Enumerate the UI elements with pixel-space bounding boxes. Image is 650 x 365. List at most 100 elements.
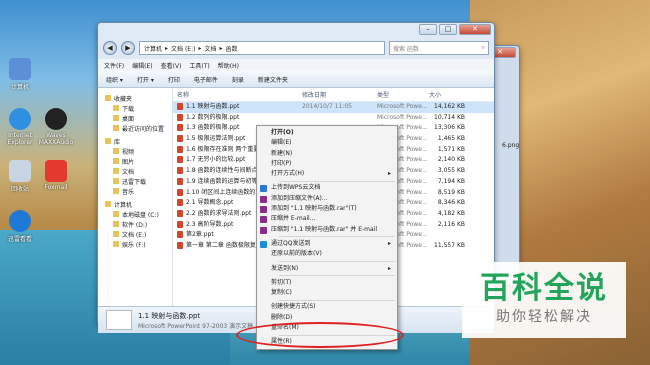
nav-item-label: 库 [114, 139, 121, 146]
desktop-icon-ie[interactable]: Internet Explorer [0, 108, 40, 146]
context-menu-item[interactable]: 编辑(E) [257, 138, 397, 148]
context-menu-item[interactable]: 通过QQ发送到 ▸ [257, 239, 397, 249]
nav-item[interactable]: 文档 [101, 168, 169, 178]
column-headers: 名称 修改日期 类型 大小 [173, 90, 494, 102]
nav-item[interactable]: 娱乐 (F:) [101, 241, 169, 251]
desktop-icon-waves[interactable]: Waves MAXXAudio [36, 108, 76, 146]
forward-button[interactable]: ▶ [121, 41, 135, 55]
file-date: 2014/10/7 11:05 [298, 102, 373, 113]
maximize-button[interactable]: □ [439, 24, 457, 35]
context-menu-item[interactable]: 添加到 "1.1 映射与函数.rar"(T) [257, 204, 397, 214]
file-size-text: 2,116 KB [437, 220, 465, 228]
file-size: 11,557 KB [425, 241, 469, 252]
context-menu-item[interactable]: 打开(O) [257, 128, 397, 138]
minimize-button[interactable]: – [419, 24, 437, 35]
watermark-subtitle: 助你轻松解决 [496, 309, 592, 325]
context-menu-item[interactable]: 发送到(N) ▸ [257, 264, 397, 274]
context-menu-item[interactable]: 添加到压缩文件(A)... [257, 194, 397, 204]
nav-item[interactable]: 桌面 [101, 115, 169, 125]
menu-tools[interactable]: 工具(T) [189, 61, 209, 70]
context-menu-item[interactable]: 打印(P) [257, 159, 397, 169]
context-menu-label: 编辑(E) [271, 139, 292, 147]
search-input[interactable]: 搜索 函数 ⌕ [389, 41, 489, 55]
nav-item[interactable]: 音乐 [101, 188, 169, 198]
file-size-text: 13,306 KB [434, 124, 465, 132]
nav-item[interactable]: 最近访问的位置 [101, 125, 169, 135]
close-button[interactable]: ✕ [459, 24, 491, 35]
nav-item-label: 本地磁盘 (C:) [122, 212, 159, 219]
context-menu-item[interactable]: 压缩并 E-mail... [257, 214, 397, 224]
context-menu-label: 创建快捷方式(S) [271, 303, 316, 311]
breadcrumb-item[interactable]: 文档 (E:) [171, 44, 195, 53]
nav-item-label: 桌面 [122, 116, 135, 123]
file-size: 3,055 KB [425, 166, 469, 177]
column-date[interactable]: 修改日期 [298, 90, 373, 101]
desktop-icon-computer[interactable]: 计算机 [0, 58, 40, 91]
file-date [298, 113, 373, 124]
desktop-icon-xunlei[interactable]: 迅雷看看 [0, 210, 40, 243]
print-button[interactable]: 打印 [168, 75, 180, 84]
nav-item[interactable]: 图片 [101, 158, 169, 168]
context-menu-item[interactable]: 剪切(T) [257, 278, 397, 288]
open-button[interactable]: 打开 ▾ [137, 75, 154, 84]
ppt-file-icon [177, 167, 183, 175]
file-row[interactable]: 1.2 数列的极限.ppt Microsoft Powe... 10,714 KB [173, 113, 494, 124]
context-menu-item[interactable]: 创建快捷方式(S) [257, 302, 397, 312]
file-type: Microsoft Powe... [373, 113, 428, 124]
context-menu-item[interactable]: 还原以前的版本(V) [257, 249, 397, 259]
menu-help[interactable]: 帮助(H) [218, 61, 239, 70]
column-size[interactable]: 大小 [425, 90, 469, 101]
nav-item[interactable]: 视频 [101, 148, 169, 158]
breadcrumb-item[interactable]: 文档 [204, 44, 216, 53]
file-size: 8,519 KB [425, 188, 469, 199]
file-type: Microsoft Powe... [373, 102, 428, 113]
burn-button[interactable]: 刻录 [232, 75, 244, 84]
back-button[interactable]: ◀ [103, 41, 117, 55]
column-name[interactable]: 名称 [173, 90, 298, 101]
file-name-text: 1.3 函数的极限.ppt [186, 124, 240, 132]
nav-item[interactable]: 收藏夹 [101, 95, 169, 105]
recycle-bin-icon [9, 160, 31, 182]
menu-edit[interactable]: 编辑(E) [132, 61, 152, 70]
details-file-type: Microsoft PowerPoint 97-2003 演示文稿 [138, 322, 254, 330]
ppt-file-icon [177, 177, 183, 185]
menu-item-icon [260, 185, 267, 193]
nav-item[interactable]: 软件 (D:) [101, 221, 169, 231]
menu-bar: 文件(F) 编辑(E) 查看(V) 工具(T) 帮助(H) [98, 59, 494, 71]
organize-button[interactable]: 组织 ▾ [106, 75, 123, 84]
file-size: 8,346 KB [425, 198, 469, 209]
nav-item[interactable]: 下载 [101, 105, 169, 115]
xunlei-icon [9, 210, 31, 232]
context-menu-item[interactable]: 复制(C) [257, 288, 397, 298]
context-menu-item[interactable]: 压缩到 "1.1 映射与函数.rar" 并 E-mail [257, 225, 397, 235]
file-name-text: 1.1 映射与函数.ppt [186, 103, 240, 110]
nav-item-label: 计算机 [114, 202, 133, 209]
menu-item-icon [260, 240, 267, 248]
file-size-text: 4,182 KB [437, 209, 465, 217]
folder-icon [113, 231, 119, 237]
nav-item[interactable]: 计算机 [101, 201, 169, 211]
folder-icon [113, 148, 119, 154]
context-menu-item[interactable]: 上传到WPS云文档 [257, 183, 397, 193]
nav-item[interactable]: 本地磁盘 (C:) [101, 211, 169, 221]
breadcrumb-item[interactable]: 函数 [225, 44, 237, 53]
file-row[interactable]: 1.1 映射与函数.ppt 2014/10/7 11:05 Microsoft Po… [173, 102, 494, 113]
context-menu-item[interactable]: 新建(N) [257, 149, 397, 159]
nav-item[interactable]: 库 [101, 138, 169, 148]
folder-icon [113, 168, 119, 174]
menu-view[interactable]: 查看(V) [161, 61, 182, 70]
nav-item[interactable]: 迅雷下载 [101, 178, 169, 188]
address-bar[interactable]: 计算机 ▸ 文档 (E:) ▸ 文档 ▸ 函数 [139, 41, 385, 55]
breadcrumb-item[interactable]: 计算机 [144, 44, 162, 53]
email-button[interactable]: 电子邮件 [194, 75, 218, 84]
nav-item[interactable]: 文档 (E:) [101, 231, 169, 241]
file-size: 1,465 KB [425, 134, 469, 145]
file-size-text: 8,519 KB [437, 188, 465, 196]
menu-file[interactable]: 文件(F) [104, 61, 124, 70]
new-folder-button[interactable]: 新建文件夹 [258, 75, 288, 84]
folder-icon [113, 105, 119, 111]
column-type[interactable]: 类型 [373, 90, 425, 101]
context-menu-item[interactable]: 打开方式(H) ▸ [257, 169, 397, 179]
desktop-icon-foxmail[interactable]: Foxmail [36, 160, 76, 191]
desktop-icon-recycle-bin[interactable]: 回收站 [0, 160, 40, 193]
